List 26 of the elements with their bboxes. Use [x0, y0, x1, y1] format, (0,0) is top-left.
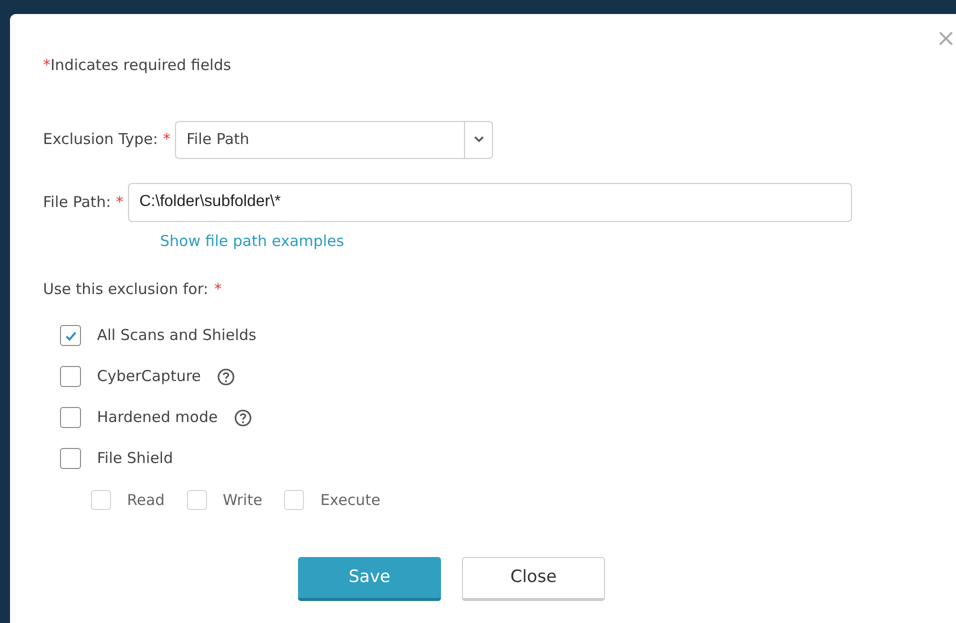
checkbox[interactable]: [60, 325, 81, 346]
required-mark: *: [214, 279, 222, 300]
caret-icon: [474, 136, 484, 143]
required-mark: *: [43, 55, 50, 76]
file-path-field[interactable]: C:\folder\subfolder\*: [128, 182, 852, 222]
field-label: Use this exclusion for:: [43, 279, 208, 300]
help-icon[interactable]: [234, 408, 252, 426]
option-label: Read: [127, 490, 165, 510]
option-label: File Shield: [97, 448, 173, 470]
required-mark: *: [116, 192, 124, 213]
required-note: Indicates required fields: [50, 55, 232, 76]
check-icon: [64, 330, 76, 340]
help-icon[interactable]: [216, 368, 235, 386]
field-label: File Path:: [43, 192, 111, 213]
option-label: CyberCapture: [97, 366, 201, 388]
option-label: Write: [222, 490, 262, 510]
option-label: Hardened mode: [97, 407, 218, 428]
close-button[interactable]: Close: [462, 557, 605, 601]
required-mark: *: [162, 129, 170, 150]
option-label: All Scans and Shields: [97, 325, 256, 346]
checkbox[interactable]: [60, 407, 81, 428]
checkbox[interactable]: [60, 448, 81, 469]
field-label: Exclusion Type:: [43, 129, 158, 150]
exclusion-type-select[interactable]: File Path: [175, 120, 494, 158]
checkbox[interactable]: [60, 366, 81, 387]
option-label: Execute: [320, 490, 380, 510]
